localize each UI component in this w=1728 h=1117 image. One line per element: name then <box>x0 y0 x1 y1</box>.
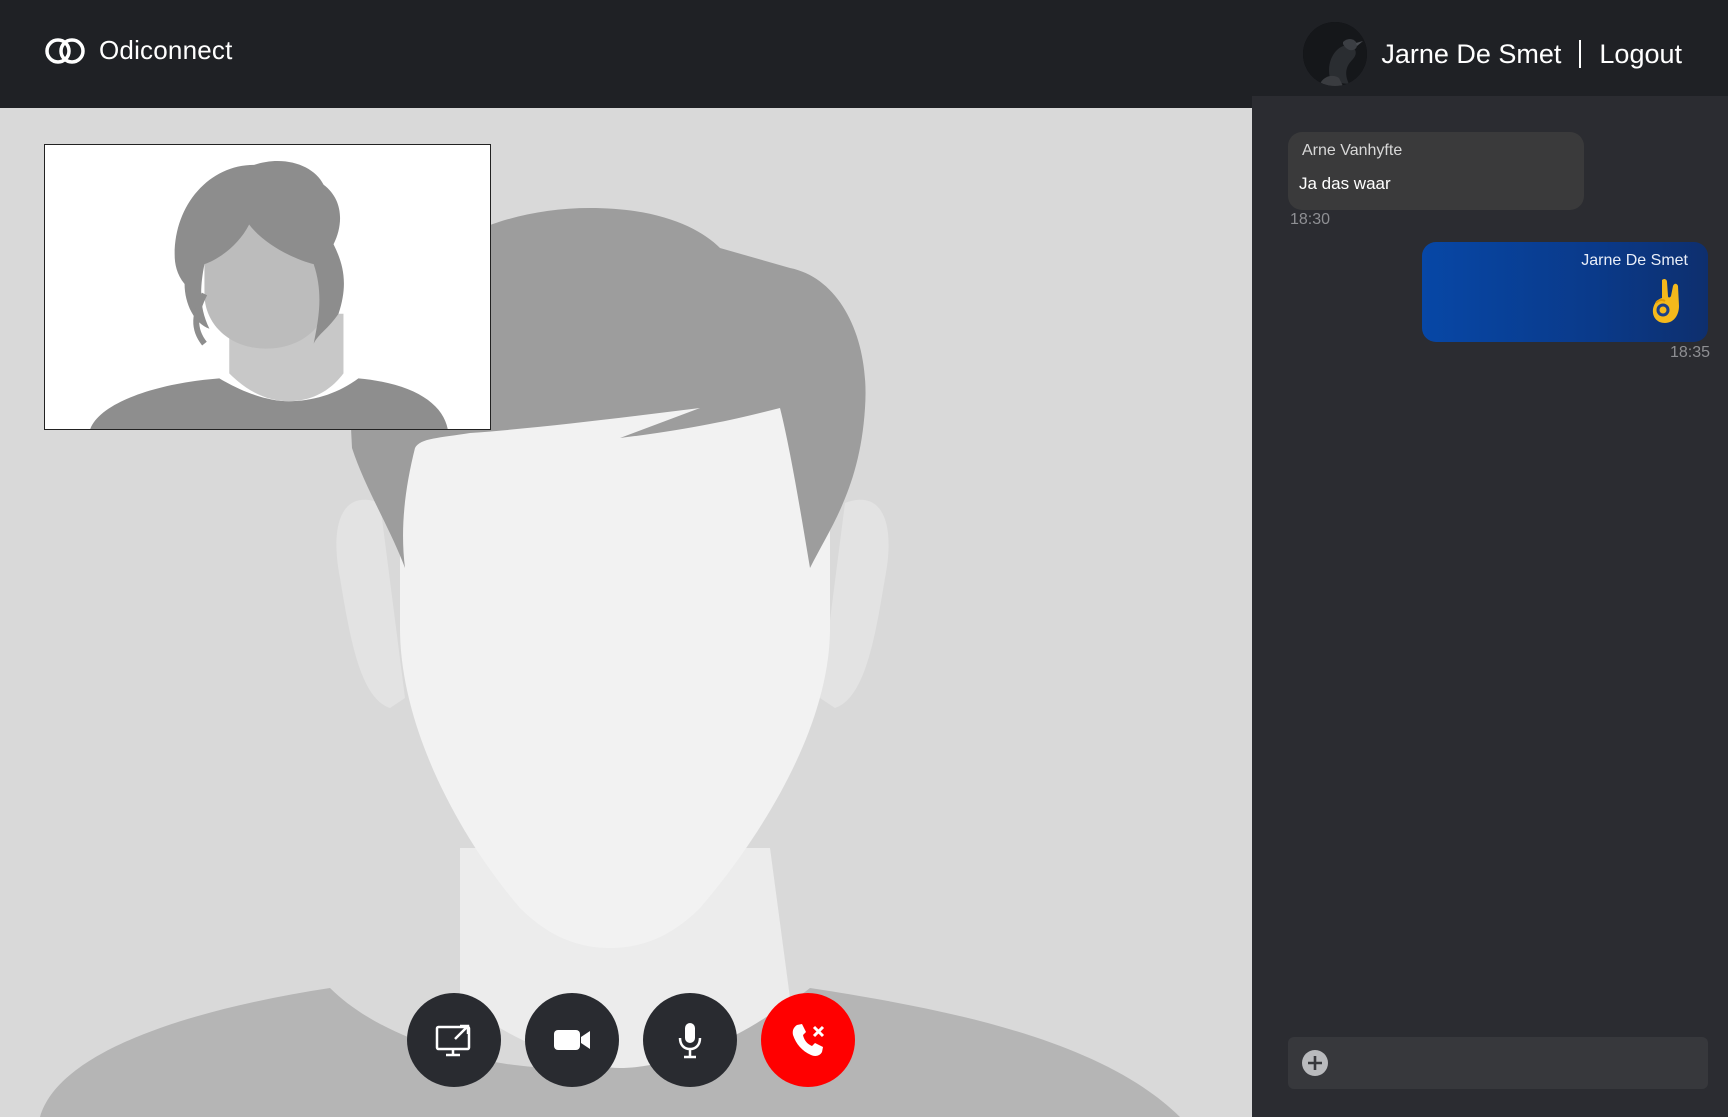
user-name: Jarne De Smet <box>1381 38 1562 69</box>
message-composer <box>1288 1037 1708 1089</box>
plus-circle-icon[interactable] <box>1301 1049 1329 1077</box>
share-screen-button[interactable] <box>407 993 501 1087</box>
local-participant-placeholder <box>45 145 490 429</box>
message-sender: Arne Vanhyfte <box>1302 142 1403 159</box>
remote-video <box>0 108 1252 1117</box>
top-bar: Odiconnect Jarne De Smet Logout <box>0 0 1728 108</box>
message-time: 18:30 <box>1290 211 1331 228</box>
user-area: Jarne De Smet Logout <box>1303 22 1682 86</box>
chat-message-outgoing: Jarne De Smet <box>1422 242 1708 342</box>
ok-hand-emoji-icon <box>1652 278 1679 323</box>
message-text: Ja das waar <box>1299 174 1391 193</box>
local-video-preview[interactable] <box>44 144 491 430</box>
divider <box>1579 40 1582 68</box>
chat-panel: Arne Vanhyfte Ja das waar 18:30 Jarne De… <box>1252 96 1728 1117</box>
camera-button[interactable] <box>525 993 619 1087</box>
message-sender: Jarne De Smet <box>1581 252 1688 269</box>
user-avatar[interactable] <box>1303 22 1368 86</box>
logout-link[interactable]: Logout <box>1599 39 1682 70</box>
video-camera-icon <box>554 1030 590 1050</box>
screen-share-icon <box>435 1024 471 1057</box>
linked-rings-icon <box>45 37 85 64</box>
phone-hangup-icon <box>792 1024 825 1056</box>
message-input[interactable] <box>1344 1045 1694 1081</box>
microphone-icon <box>678 1023 702 1059</box>
microphone-button[interactable] <box>643 993 737 1087</box>
chat-message-incoming: Arne Vanhyfte Ja das waar <box>1288 132 1584 210</box>
hang-up-button[interactable] <box>761 993 855 1087</box>
bird-photo-icon <box>1303 22 1368 86</box>
app-name: Odiconnect <box>99 35 233 65</box>
call-controls <box>407 993 855 1087</box>
message-time: 18:35 <box>1669 344 1710 361</box>
brand[interactable]: Odiconnect <box>43 35 233 66</box>
